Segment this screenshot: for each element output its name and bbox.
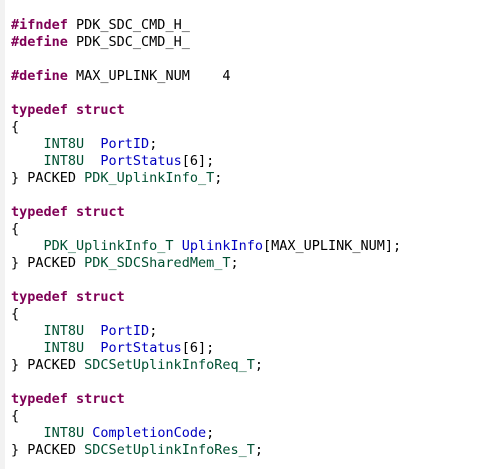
code-line: INT8U CompletionCode;: [11, 425, 401, 442]
closing-suffix: ;: [214, 170, 223, 186]
spacing: [174, 238, 182, 254]
member-type: INT8U: [43, 136, 85, 152]
member-suffix: [6];: [181, 340, 215, 356]
closing-prefix: } PACKED: [11, 170, 85, 186]
member-name: PortStatus: [100, 153, 182, 169]
member-type: INT8U: [43, 340, 85, 356]
macro-text: PDK_SDC_CMD_H_: [67, 17, 190, 33]
type-name: PDK_SDCSharedMem_T: [84, 255, 231, 271]
typedef-keyword: typedef: [11, 204, 68, 220]
brace: {: [11, 408, 20, 424]
code-line: PDK_UplinkInfo_T UplinkInfo[MAX_UPLINK_N…: [11, 238, 402, 255]
code-line: #define MAX_UPLINK_NUM 4: [11, 68, 401, 85]
type-name: SDCSetUplinkInfoRes_T: [84, 442, 255, 458]
code-line: {: [11, 306, 401, 323]
member-type: PDK_UplinkInfo_T: [43, 238, 174, 254]
code-line: typedef struct: [11, 204, 401, 221]
closing-suffix: ;: [254, 442, 263, 458]
preprocessor-keyword: #define: [11, 34, 68, 50]
closing-suffix: ;: [230, 255, 239, 271]
member-name: PortStatus: [100, 340, 182, 356]
member-name: UplinkInfo: [181, 238, 263, 254]
member-name: PortID: [100, 323, 150, 339]
member-name: CompletionCode: [92, 425, 207, 441]
member-type: INT8U: [43, 323, 85, 339]
member-suffix: [6];: [181, 153, 215, 169]
macro-text: MAX_UPLINK_NUM 4: [67, 68, 231, 84]
closing-prefix: } PACKED: [11, 442, 85, 458]
code-line: {: [11, 221, 401, 238]
struct-keyword: struct: [76, 391, 125, 407]
code-line: INT8U PortID;: [11, 136, 401, 153]
spacing: [84, 340, 100, 356]
member-suffix: ;: [206, 425, 215, 441]
struct-keyword: struct: [76, 102, 125, 118]
code-line: } PACKED PDK_SDCSharedMem_T;: [11, 255, 401, 272]
typedef-keyword: typedef: [11, 391, 68, 407]
closing-prefix: } PACKED: [11, 255, 85, 271]
member-type: INT8U: [43, 153, 85, 169]
code-line: } PACKED SDCSetUplinkInfoRes_T;: [11, 442, 401, 459]
member-type: INT8U: [43, 425, 85, 441]
code-editor[interactable]: #ifndef PDK_SDC_CMD_H_ #define PDK_SDC_CM…: [0, 0, 482, 469]
struct-keyword: struct: [76, 289, 125, 305]
member-suffix: [MAX_UPLINK_NUM];: [262, 238, 402, 254]
code-line: } PACKED SDCSetUplinkInfoReq_T;: [11, 357, 401, 374]
code-line: } PACKED PDK_UplinkInfo_T;: [11, 170, 401, 187]
code-line: INT8U PortStatus[6];: [11, 340, 401, 357]
code-text-area[interactable]: #ifndef PDK_SDC_CMD_H_ #define PDK_SDC_CM…: [11, 17, 401, 459]
member-suffix: ;: [149, 136, 158, 152]
code-line: {: [11, 408, 401, 425]
typedef-keyword: typedef: [11, 289, 68, 305]
spacing: [84, 323, 100, 339]
code-line: typedef struct: [11, 102, 401, 119]
preprocessor-keyword: #ifndef: [11, 17, 68, 33]
macro-text: PDK_SDC_CMD_H_: [67, 34, 190, 50]
preprocessor-keyword: #define: [11, 68, 68, 84]
editor-gutter: [0, 0, 5, 469]
code-line: INT8U PortID;: [11, 323, 401, 340]
code-line: #define PDK_SDC_CMD_H_: [11, 34, 401, 51]
code-line: #ifndef PDK_SDC_CMD_H_: [11, 17, 401, 34]
code-line: typedef struct: [11, 391, 401, 408]
brace: {: [11, 119, 20, 135]
member-suffix: ;: [149, 323, 158, 339]
closing-prefix: } PACKED: [11, 357, 85, 373]
spacing: [84, 136, 100, 152]
code-line: INT8U PortStatus[6];: [11, 153, 401, 170]
typedef-keyword: typedef: [11, 102, 68, 118]
spacing: [84, 153, 100, 169]
code-line: {: [11, 119, 401, 136]
brace: {: [11, 221, 20, 237]
member-name: PortID: [100, 136, 150, 152]
code-line: typedef struct: [11, 289, 401, 306]
struct-keyword: struct: [76, 204, 125, 220]
brace: {: [11, 306, 20, 322]
closing-suffix: ;: [254, 357, 263, 373]
type-name: PDK_UplinkInfo_T: [84, 170, 215, 186]
type-name: SDCSetUplinkInfoReq_T: [84, 357, 255, 373]
